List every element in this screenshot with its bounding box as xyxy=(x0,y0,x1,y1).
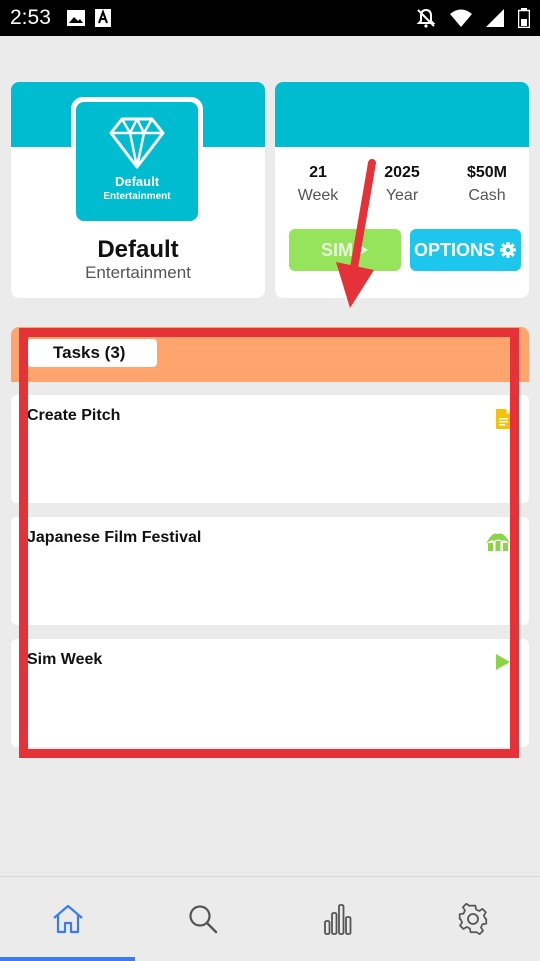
stats-icon xyxy=(323,904,351,935)
nav-active-indicator xyxy=(0,957,135,961)
home-icon xyxy=(52,904,83,934)
settings-icon xyxy=(458,903,487,935)
nav-home[interactable] xyxy=(0,877,135,961)
search-icon xyxy=(188,905,217,934)
nav-stats[interactable] xyxy=(270,877,405,961)
nav-search[interactable] xyxy=(135,877,270,961)
nav-settings[interactable] xyxy=(405,877,540,961)
annotation-arrow xyxy=(336,159,376,308)
bottom-nav xyxy=(0,876,540,961)
